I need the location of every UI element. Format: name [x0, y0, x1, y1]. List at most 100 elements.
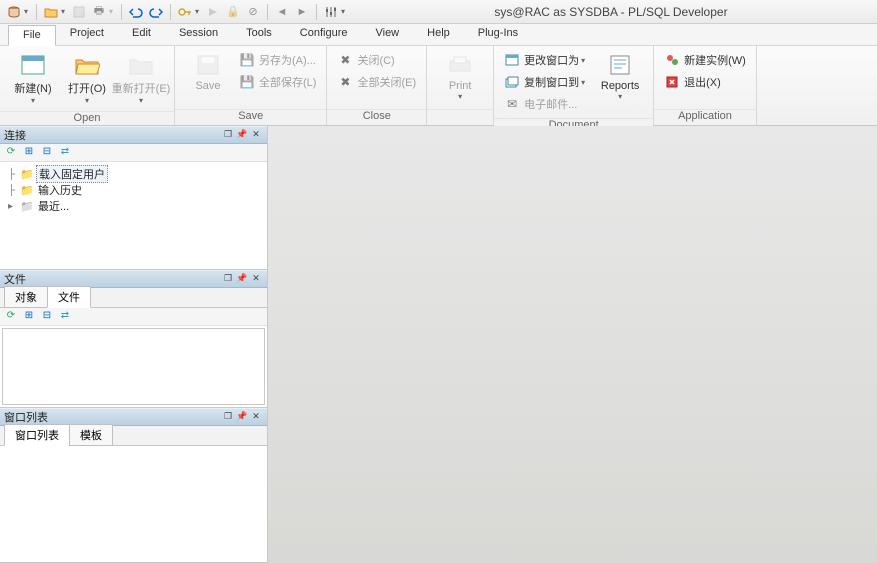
menu-tools[interactable]: Tools	[232, 24, 286, 45]
redo-icon[interactable]	[147, 3, 165, 21]
email-button: ✉ 电子邮件...	[500, 94, 589, 114]
menu-plugins[interactable]: Plug-Ins	[464, 24, 532, 45]
ribbon-group-label: Save	[175, 109, 326, 125]
menu-project[interactable]: Project	[56, 24, 118, 45]
exit-icon	[664, 74, 680, 90]
refresh-icon[interactable]: ⟳	[4, 310, 18, 324]
tree-line: ├	[8, 185, 20, 196]
tab-templates[interactable]: 模板	[69, 424, 113, 446]
open-button[interactable]: 打开(O) ▾	[62, 50, 112, 107]
close-icon[interactable]: ✕	[249, 411, 263, 424]
undo-icon[interactable]	[127, 3, 145, 21]
saveall-button: 💾 全部保存(L)	[235, 72, 320, 92]
copy-window-icon	[504, 74, 520, 90]
files-body[interactable]	[2, 328, 265, 405]
windowlist-body[interactable]	[0, 446, 267, 562]
menu-file[interactable]: File	[8, 25, 56, 46]
collapse-icon[interactable]: ⊟	[40, 310, 54, 324]
tab-objects[interactable]: 对象	[4, 286, 48, 308]
new-instance-icon	[664, 52, 680, 68]
new-instance-button[interactable]: 新建实例(W)	[660, 50, 750, 70]
restore-icon[interactable]: ❐	[221, 411, 235, 424]
ribbon-group-label: Application	[654, 109, 756, 125]
saveas-icon: 💾	[239, 52, 255, 68]
print-button: Print ▾	[435, 50, 485, 103]
restore-icon[interactable]: ❐	[221, 129, 235, 142]
windowlist-tabs: 窗口列表 模板	[0, 426, 267, 446]
reports-button[interactable]: Reports ▾	[595, 50, 645, 103]
save-button: Save	[183, 50, 233, 94]
pin-icon[interactable]: 📌	[235, 273, 249, 286]
editor-area	[268, 126, 877, 563]
change-window-button[interactable]: 更改窗口为 ▾	[500, 50, 589, 70]
printer-icon	[446, 52, 474, 78]
key-icon[interactable]	[176, 3, 194, 21]
menu-session[interactable]: Session	[165, 24, 232, 45]
link-icon[interactable]: ⇄	[58, 146, 72, 160]
collapse-icon[interactable]: ⊟	[40, 146, 54, 160]
ribbon-group-document: 更改窗口为 ▾ 复制窗口到 ▾ ✉ 电子邮件... Reports ▾ Doc	[494, 46, 654, 125]
dropdown-icon: ▾	[581, 78, 585, 87]
ribbon-group-label: Close	[327, 109, 426, 125]
open-folder-icon[interactable]	[42, 3, 60, 21]
connections-tree[interactable]: ├ 📁 载入固定用户 ├ 📁 输入历史 ▸ 📁 最近...	[0, 162, 267, 269]
saveall-icon: 💾	[239, 74, 255, 90]
new-button[interactable]: 新建(N) ▾	[8, 50, 58, 107]
close-icon[interactable]: ✕	[249, 273, 263, 286]
panel-toolbar: ⟳ ⊞ ⊟ ⇄	[0, 308, 267, 326]
back-icon: ◄	[273, 3, 291, 21]
ribbon-group-open: 新建(N) ▾ 打开(O) ▾ 重新打开(E) ▾ Open	[0, 46, 175, 125]
expand-icon[interactable]: ⊞	[22, 146, 36, 160]
expand-icon[interactable]: ⊞	[22, 310, 36, 324]
tab-windowlist[interactable]: 窗口列表	[4, 424, 70, 446]
menu-configure[interactable]: Configure	[286, 24, 362, 45]
db-icon[interactable]	[5, 3, 23, 21]
saveas-button: 💾 另存为(A)...	[235, 50, 320, 70]
tree-item[interactable]: ├ 📁 输入历史	[2, 182, 265, 198]
forward-icon: ►	[293, 3, 311, 21]
copy-window-button[interactable]: 复制窗口到 ▾	[500, 72, 589, 92]
link-icon[interactable]: ⇄	[58, 310, 72, 324]
new-window-icon	[19, 52, 47, 78]
dropdown-icon[interactable]: ▾	[195, 7, 203, 16]
dropdown-icon: ▾	[85, 96, 89, 105]
pin-icon[interactable]: 📌	[235, 411, 249, 424]
folder-icon: 📁	[20, 168, 36, 181]
refresh-icon[interactable]: ⟳	[4, 146, 18, 160]
print-icon: 🖶	[90, 3, 108, 21]
restore-icon[interactable]: ❐	[221, 273, 235, 286]
window-title: sys@RAC as SYSDBA - PL/SQL Developer	[349, 5, 873, 19]
ribbon-group-label	[427, 109, 493, 125]
dropdown-icon: ▾	[618, 92, 622, 101]
dropdown-icon: ▾	[139, 96, 143, 105]
pin-icon[interactable]: 📌	[235, 129, 249, 142]
dropdown-icon: ▾	[109, 7, 117, 16]
window-icon	[504, 52, 520, 68]
panel-toolbar: ⟳ ⊞ ⊟ ⇄	[0, 144, 267, 162]
folder-open-icon	[73, 52, 101, 78]
tree-item[interactable]: ▸ 📁 最近...	[2, 198, 265, 214]
closeall-button: ✖ 全部关闭(E)	[333, 72, 420, 92]
reports-icon	[606, 52, 634, 78]
ribbon-group-application: 新建实例(W) 退出(X) Application	[654, 46, 757, 125]
menu-help[interactable]: Help	[413, 24, 464, 45]
save-icon	[70, 3, 88, 21]
tab-files[interactable]: 文件	[47, 286, 91, 308]
ribbon: 新建(N) ▾ 打开(O) ▾ 重新打开(E) ▾ Open Save	[0, 46, 877, 126]
panel-windowlist: 窗口列表 ❐ 📌 ✕ 窗口列表 模板	[0, 408, 267, 563]
expand-toggle[interactable]: ▸	[8, 201, 20, 212]
quick-access-toolbar: ▾ ▾ 🖶 ▾ ▾ 🔒 ⊘ ◄ ► ▾ sys@RAC as SYSDBA - …	[0, 0, 877, 24]
dropdown-icon[interactable]: ▾	[341, 7, 349, 16]
settings-icon[interactable]	[322, 3, 340, 21]
save-disk-icon	[194, 52, 222, 78]
menu-edit[interactable]: Edit	[118, 24, 165, 45]
menu-view[interactable]: View	[361, 24, 413, 45]
close-icon[interactable]: ✕	[249, 129, 263, 142]
files-tabs: 对象 文件	[0, 288, 267, 308]
exit-button[interactable]: 退出(X)	[660, 72, 750, 92]
close-button: ✖ 关闭(C)	[333, 50, 420, 70]
tree-item[interactable]: ├ 📁 载入固定用户	[2, 166, 265, 182]
dropdown-icon[interactable]: ▾	[61, 7, 69, 16]
dropdown-icon[interactable]: ▾	[24, 7, 32, 16]
closeall-icon: ✖	[337, 74, 353, 90]
